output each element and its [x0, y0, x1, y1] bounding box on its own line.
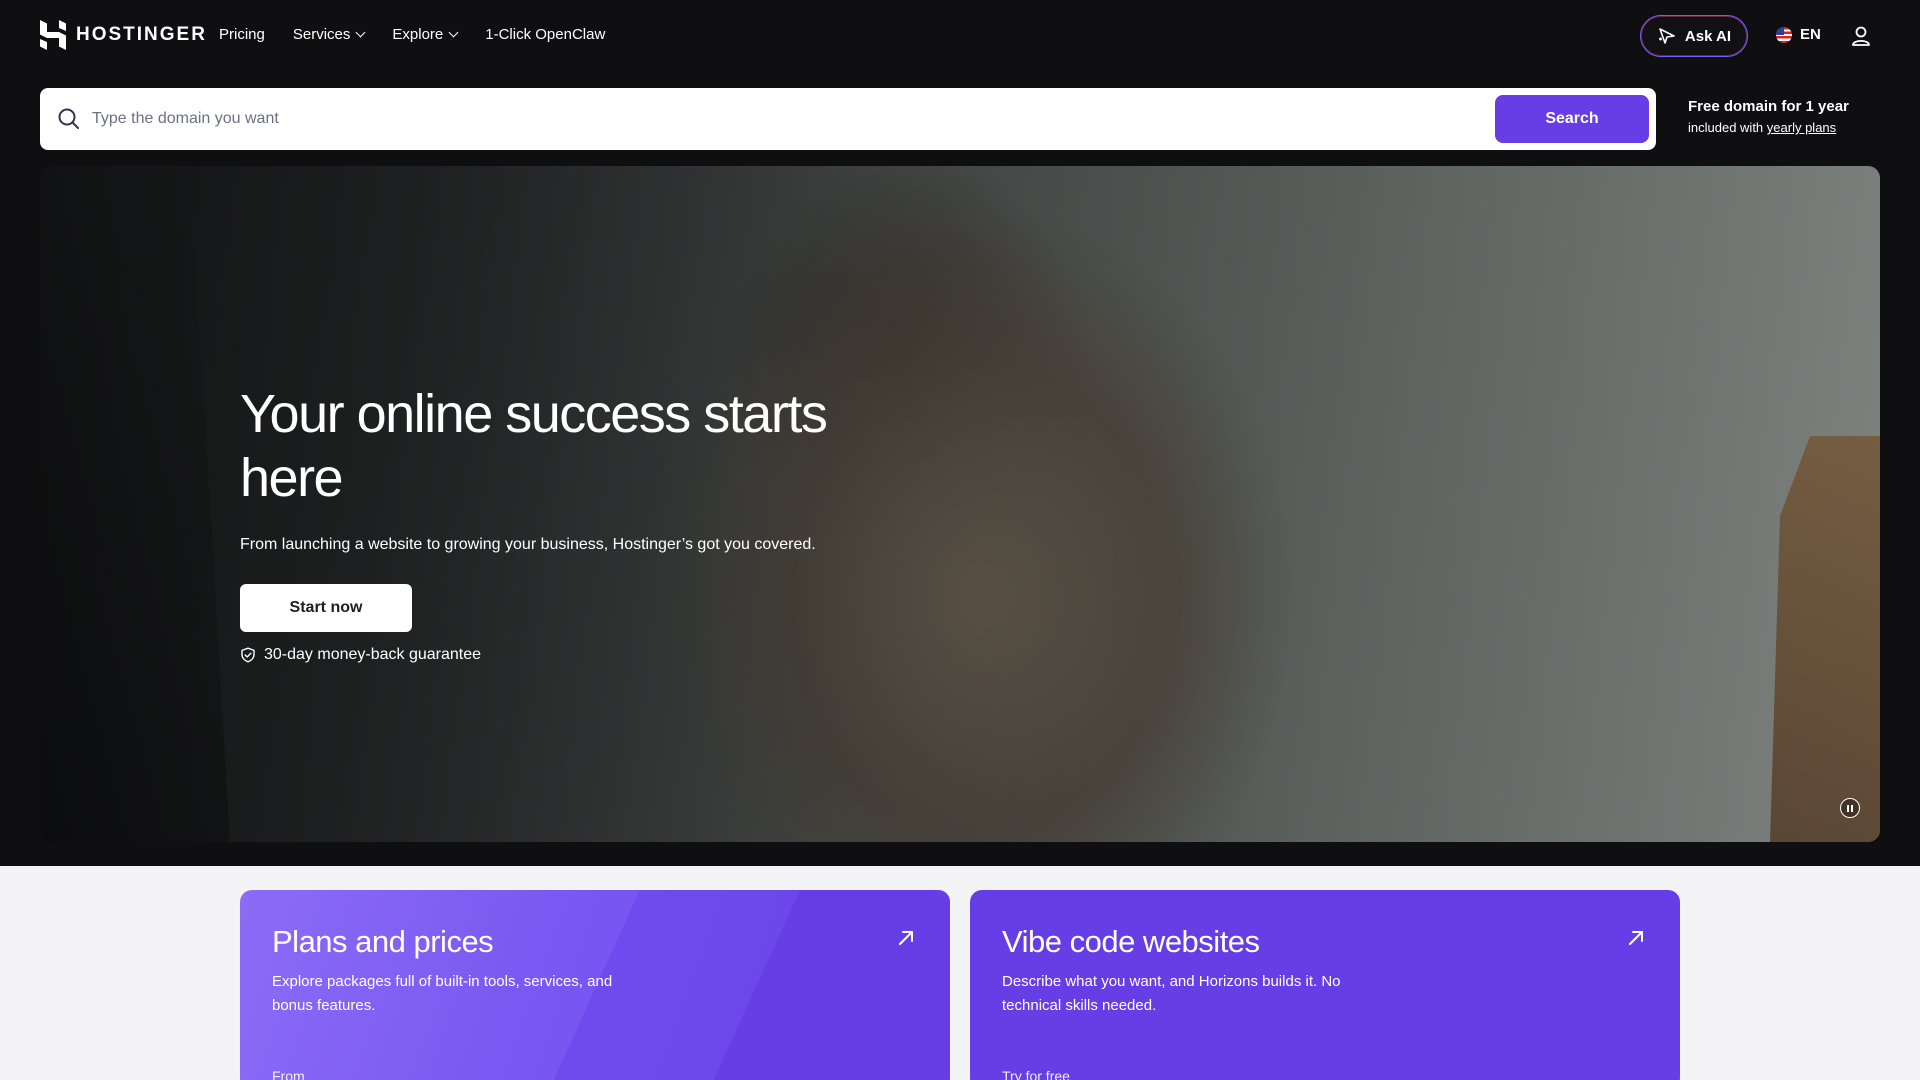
ask-ai-label: Ask AI [1684, 27, 1732, 45]
pause-video-button[interactable] [1840, 798, 1860, 818]
money-back-guarantee: 30-day money-back guarantee [240, 646, 481, 664]
card-description: Describe what you want, and Horizons bui… [1002, 973, 1341, 1014]
chevron-down-icon [355, 27, 366, 38]
nav-link-explore[interactable]: Explore [392, 26, 459, 43]
language-selector[interactable]: EN [1776, 26, 1821, 43]
arrow-up-right-icon [899, 931, 913, 945]
hostinger-logo-icon [40, 20, 66, 50]
yearly-plans-link[interactable]: yearly plans [1767, 120, 1836, 135]
promo-title: Free domain for 1 year [1688, 98, 1849, 115]
ai-sparkle-icon [1658, 28, 1675, 44]
promo-subtitle-text: included with [1688, 120, 1764, 135]
brand-name: HOSTINGER [76, 24, 207, 45]
nav-link-openclaw[interactable]: 1-Click OpenClaw [485, 26, 605, 43]
top-navigation: HOSTINGER Pricing Services Explore 1-Cli… [0, 0, 1920, 72]
nav-link-services[interactable]: Services [292, 26, 366, 43]
promo-subtitle: included with yearly plans [1688, 120, 1849, 135]
vibe-code-websites-card[interactable]: Vibe code websites Describe what you wan… [970, 890, 1680, 1080]
hero-banner: Your online success starts here From lau… [40, 166, 1880, 842]
brand-logo[interactable]: HOSTINGER [40, 20, 207, 50]
shield-check-icon [241, 647, 255, 663]
card-title: Plans and prices [272, 924, 494, 959]
search-button[interactable]: Search [1495, 95, 1649, 143]
user-icon[interactable] [1850, 25, 1872, 47]
free-domain-promo: Free domain for 1 year included with yea… [1688, 98, 1849, 135]
arrow-up-right-icon [1629, 931, 1643, 945]
plans-and-prices-card[interactable]: Plans and prices Explore packages full o… [240, 890, 950, 1080]
ask-ai-button[interactable]: Ask AI [1640, 15, 1748, 57]
search-icon [58, 108, 79, 129]
nav-links: Pricing Services Explore 1-Click OpenCla… [219, 26, 605, 43]
hero-subtitle: From launching a website to growing your… [240, 536, 816, 553]
nav-link-label: Explore [392, 26, 444, 43]
us-flag-icon [1776, 26, 1792, 43]
card-title: Vibe code websites [1002, 924, 1260, 959]
nav-link-label: Pricing [219, 26, 265, 43]
card-footer: Try for free [1002, 1068, 1070, 1080]
domain-search-input[interactable] [92, 102, 1192, 136]
domain-search-bar: Search [40, 88, 1656, 150]
chevron-down-icon [448, 27, 459, 38]
language-label: EN [1800, 26, 1821, 43]
nav-link-label: 1-Click OpenClaw [485, 26, 606, 43]
card-footer: From [272, 1068, 305, 1080]
pause-icon [1851, 804, 1853, 812]
card-description: Explore packages full of built-in tools,… [272, 973, 613, 1014]
guarantee-label: 30-day money-back guarantee [264, 646, 482, 663]
nav-link-label: Services [292, 26, 351, 43]
nav-link-pricing[interactable]: Pricing [219, 26, 265, 43]
pause-icon [1847, 804, 1849, 812]
start-now-button[interactable]: Start now [240, 584, 412, 632]
hero-title: Your online success starts here [240, 384, 828, 508]
